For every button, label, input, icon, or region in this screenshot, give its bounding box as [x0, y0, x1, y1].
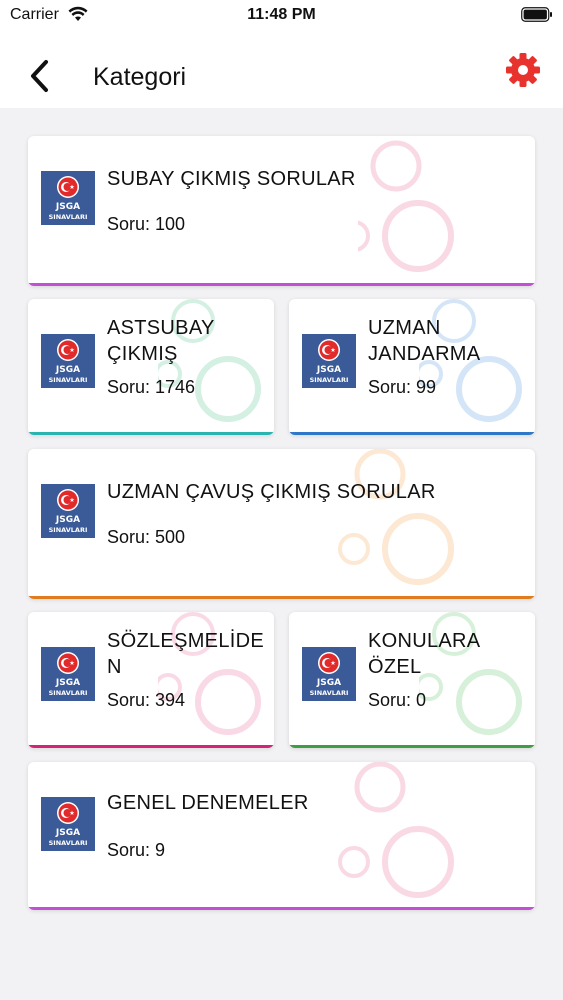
logo-line2: SINAVLARI: [49, 839, 88, 847]
logo-line2: SINAVLARI: [49, 689, 88, 697]
category-card-astsubay[interactable]: JSGA SINAVLARI ASTSUBAY ÇIKMIŞ Soru: 174…: [28, 299, 274, 435]
logo-line1: JSGA: [55, 365, 80, 375]
category-count: Soru: 9: [107, 840, 166, 860]
category-count: Soru: 500: [107, 527, 186, 547]
logo-line1: JSGA: [55, 678, 80, 688]
category-card-sozlesmeliden[interactable]: JSGA SINAVLARI SÖZLEŞMELİDEN Soru: 394: [28, 612, 274, 748]
jsga-logo: JSGA SINAVLARI: [302, 334, 356, 388]
jsga-logo: JSGA SINAVLARI: [41, 484, 95, 538]
card-accent-bar: [289, 745, 535, 748]
logo-line1: JSGA: [55, 828, 80, 838]
category-title: KONULARA ÖZEL: [368, 630, 480, 678]
battery-icon: [521, 7, 552, 22]
category-card-uzman-cavus[interactable]: JSGA SINAVLARI UZMAN ÇAVUŞ ÇIKMIŞ SORULA…: [28, 449, 535, 599]
card-accent-bar: [28, 432, 274, 435]
gear-icon[interactable]: [505, 52, 541, 88]
logo-line2: SINAVLARI: [310, 689, 349, 697]
logo-line1: JSGA: [316, 365, 341, 375]
category-title: ASTSUBAY ÇIKMIŞ: [107, 317, 215, 365]
status-bar: Carrier 11:48 PM: [0, 0, 563, 32]
decorative-circles: [338, 449, 454, 585]
card-accent-bar: [28, 283, 535, 286]
logo-line1: JSGA: [55, 202, 80, 212]
logo-line2: SINAVLARI: [310, 376, 349, 384]
category-count: Soru: 0: [368, 690, 427, 710]
logo-line2: SINAVLARI: [49, 526, 88, 534]
logo-line2: SINAVLARI: [49, 213, 88, 221]
nav-bar: Kategori: [0, 32, 563, 108]
category-count: Soru: 99: [368, 377, 437, 397]
back-button[interactable]: [26, 56, 56, 96]
card-accent-bar: [28, 907, 535, 910]
category-title: UZMAN JANDARMA: [368, 317, 481, 365]
clock: 11:48 PM: [247, 6, 316, 23]
category-card-genel-denemeler[interactable]: JSGA SINAVLARI GENEL DENEMELER Soru: 9: [28, 762, 535, 910]
category-title: UZMAN ÇAVUŞ ÇIKMIŞ SORULAR: [107, 481, 436, 503]
logo-line1: JSGA: [55, 515, 80, 525]
category-card-konulara-ozel[interactable]: JSGA SINAVLARI KONULARA ÖZEL Soru: 0: [289, 612, 535, 748]
decorative-circles: [338, 762, 454, 898]
card-accent-bar: [28, 745, 274, 748]
category-card-subay[interactable]: JSGA SINAVLARI SUBAY ÇIKMIŞ SORULAR Soru…: [28, 136, 535, 286]
jsga-logo: JSGA SINAVLARI: [41, 171, 95, 225]
category-title: SÖZLEŞMELİDEN: [107, 630, 264, 678]
card-accent-bar: [28, 596, 535, 599]
jsga-logo: JSGA SINAVLARI: [41, 334, 95, 388]
category-count: Soru: 1746: [107, 377, 196, 397]
logo-line1: JSGA: [316, 678, 341, 688]
category-count: Soru: 100: [107, 214, 186, 234]
logo-line2: SINAVLARI: [49, 376, 88, 384]
page-title: Kategori: [93, 63, 187, 91]
card-accent-bar: [289, 432, 535, 435]
category-title: SUBAY ÇIKMIŞ SORULAR: [107, 168, 356, 190]
category-count: Soru: 394: [107, 690, 186, 710]
category-title: GENEL DENEMELER: [107, 792, 309, 814]
category-card-uzman-jandarma[interactable]: JSGA SINAVLARI UZMAN JANDARMA Soru: 99: [289, 299, 535, 435]
jsga-logo: JSGA SINAVLARI: [41, 647, 95, 701]
decorative-circles: [358, 140, 454, 272]
jsga-logo: JSGA SINAVLARI: [41, 797, 95, 851]
jsga-logo: JSGA SINAVLARI: [302, 647, 356, 701]
